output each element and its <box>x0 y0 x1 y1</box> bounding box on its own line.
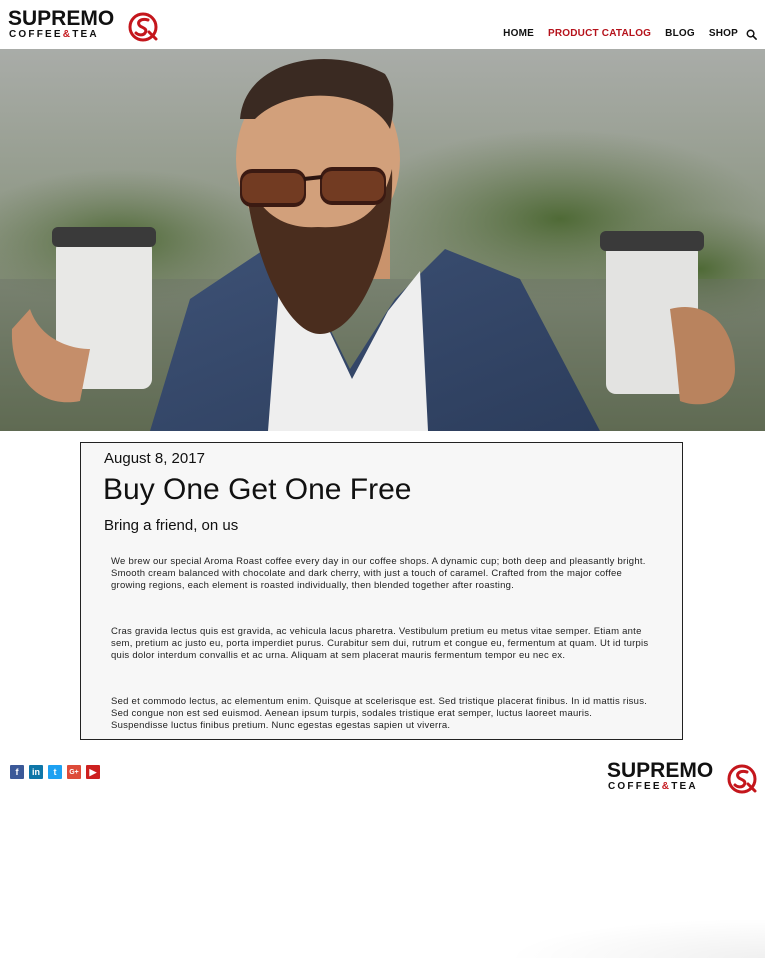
page-corner-shadow <box>505 918 765 958</box>
footer-brand-mark-icon <box>727 764 757 794</box>
nav-shop[interactable]: SHOP <box>709 28 738 39</box>
facebook-icon[interactable]: f <box>10 765 24 779</box>
nav-product-catalog[interactable]: PRODUCT CATALOG <box>548 28 651 39</box>
brand-logo[interactable]: SUPREMO COFFEE&TEA <box>8 8 163 44</box>
hero-photo-illustration <box>0 49 765 431</box>
footer-brand-logo[interactable]: SUPREMO COFFEE&TEA <box>607 760 762 796</box>
article-paragraph-1: We brew our special Aroma Roast coffee e… <box>111 556 646 591</box>
main-nav: HOME PRODUCT CATALOG BLOG SHOP <box>489 26 757 40</box>
nav-home[interactable]: HOME <box>503 28 534 39</box>
brand-name: SUPREMO <box>8 7 115 30</box>
footer-brand-name: SUPREMO <box>607 759 714 782</box>
hero-image <box>0 49 765 431</box>
nav-blog[interactable]: BLOG <box>665 28 695 39</box>
footer-brand-subtitle: COFFEE&TEA <box>608 781 698 792</box>
search-icon[interactable] <box>746 29 757 40</box>
twitter-icon[interactable]: t <box>48 765 62 779</box>
youtube-icon[interactable]: ▶ <box>86 765 100 779</box>
article-subtitle: Bring a friend, on us <box>104 517 239 534</box>
site-header: SUPREMO COFFEE&TEA HOME PRODUCT CATALOG … <box>0 0 765 50</box>
article-paragraph-3: Sed et commodo lectus, ac elementum enim… <box>111 696 648 731</box>
article-card: August 8, 2017 Buy One Get One Free Brin… <box>80 442 683 740</box>
social-links: f in t G+ ▶ <box>10 765 105 779</box>
article-paragraph-2: Cras gravida lectus quis est gravida, ac… <box>111 626 649 661</box>
article-date: August 8, 2017 <box>104 450 205 467</box>
brand-subtitle: COFFEE&TEA <box>9 29 99 40</box>
linkedin-icon[interactable]: in <box>29 765 43 779</box>
google-plus-icon[interactable]: G+ <box>67 765 81 779</box>
article-title: Buy One Get One Free <box>103 473 412 506</box>
brand-mark-icon <box>128 12 158 42</box>
